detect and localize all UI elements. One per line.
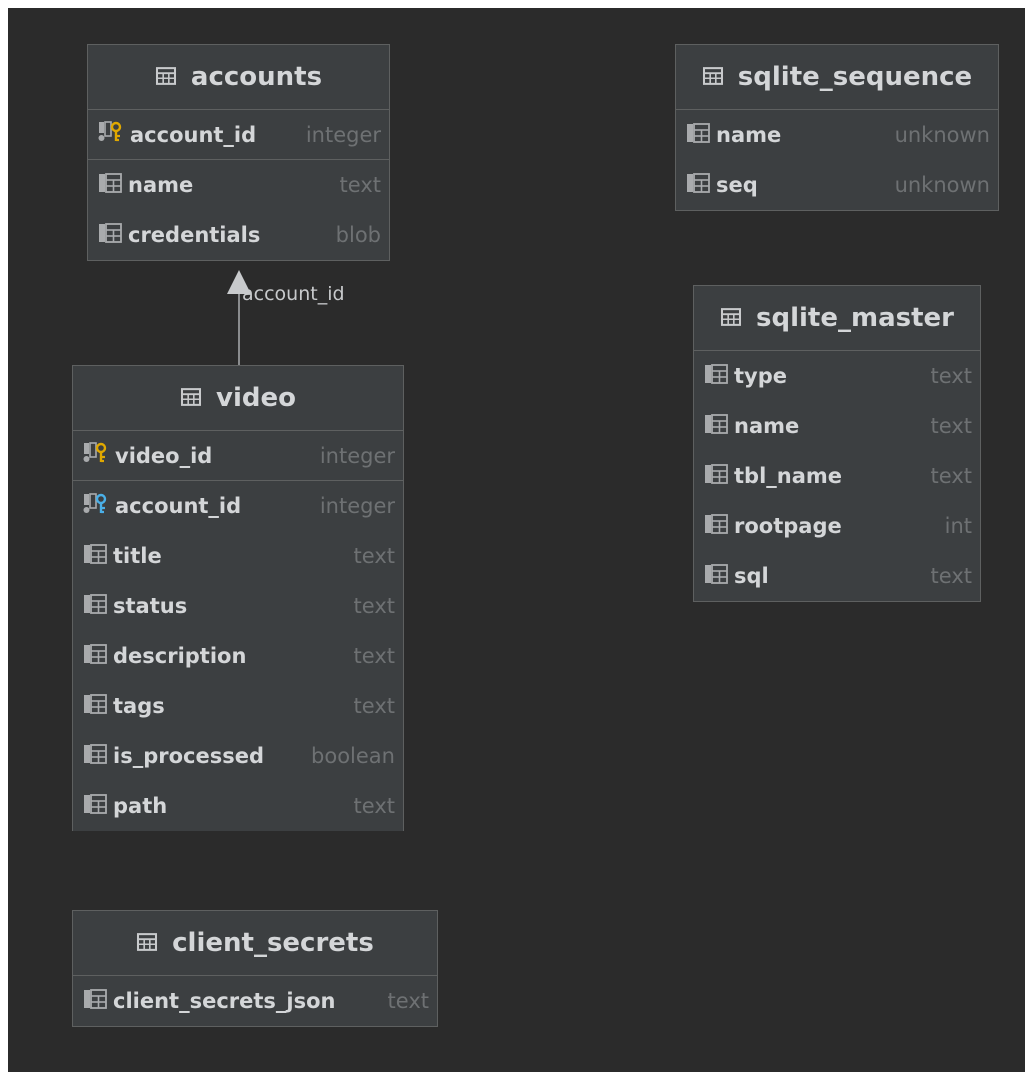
column-row[interactable]: tags text xyxy=(73,681,403,731)
column-icon xyxy=(83,793,107,819)
column-name: client_secrets_json xyxy=(113,989,336,1013)
column-type: text xyxy=(930,414,972,438)
foreign-key-icon xyxy=(83,492,109,520)
column-type: text xyxy=(339,173,381,197)
table-sqlite-master[interactable]: sqlite_master type text name text tbl_name tex… xyxy=(693,285,981,602)
column-name: account_id xyxy=(115,494,242,518)
column-row[interactable]: type text xyxy=(694,351,980,401)
table-icon xyxy=(180,383,202,413)
table-title: sqlite_master xyxy=(756,303,954,333)
column-name: type xyxy=(734,364,788,388)
table-accounts[interactable]: accounts account_id integer name text credent… xyxy=(87,44,390,261)
column-row[interactable]: tbl_name text xyxy=(694,451,980,501)
diagram-canvas: account_id accounts account_id integer name… xyxy=(8,8,1025,1072)
column-row[interactable]: account_id integer xyxy=(73,481,403,531)
column-type: int xyxy=(944,514,972,538)
column-type: unknown xyxy=(894,173,990,197)
column-icon xyxy=(98,222,122,248)
column-type: text xyxy=(353,644,395,668)
column-row[interactable]: credentials blob xyxy=(88,210,389,260)
column-name: account_id xyxy=(130,122,257,147)
relation-label: account_id xyxy=(242,283,345,305)
table-header[interactable]: accounts xyxy=(88,45,389,110)
table-icon xyxy=(155,62,177,92)
column-row[interactable]: video_id integer xyxy=(73,431,403,481)
column-name: rootpage xyxy=(734,514,842,538)
column-row[interactable]: sql text xyxy=(694,551,980,601)
column-name: status xyxy=(113,594,188,618)
column-type: text xyxy=(387,989,429,1013)
column-name: credentials xyxy=(128,223,261,247)
column-icon xyxy=(83,543,107,569)
column-icon xyxy=(83,593,107,619)
column-name: path xyxy=(113,794,168,818)
column-icon xyxy=(83,643,107,669)
column-name: sql xyxy=(734,564,769,588)
column-icon xyxy=(704,363,728,389)
column-row[interactable]: status text xyxy=(73,581,403,631)
column-name: name xyxy=(716,123,782,147)
column-icon xyxy=(704,463,728,489)
column-type: text xyxy=(353,694,395,718)
column-icon xyxy=(704,513,728,539)
table-icon xyxy=(720,303,742,333)
column-type: text xyxy=(353,544,395,568)
column-name: is_processed xyxy=(113,744,264,768)
column-name: title xyxy=(113,544,162,568)
column-type: blob xyxy=(335,223,381,247)
table-title: client_secrets xyxy=(172,928,374,958)
column-icon xyxy=(83,743,107,769)
column-icon xyxy=(686,122,710,148)
table-title: accounts xyxy=(190,62,323,92)
column-icon xyxy=(83,693,107,719)
table-sqlite-sequence[interactable]: sqlite_sequencename unknown seq unknown xyxy=(675,44,999,211)
column-row[interactable]: client_secrets_json text xyxy=(73,976,437,1026)
column-name: description xyxy=(113,644,247,668)
column-row[interactable]: rootpage int xyxy=(694,501,980,551)
table-client-secrets[interactable]: client_secrets client_secrets_json text xyxy=(72,910,438,1027)
table-icon xyxy=(136,928,158,958)
column-name: video_id xyxy=(115,443,213,468)
table-header[interactable]: sqlite_sequence xyxy=(676,45,998,110)
table-icon xyxy=(702,62,724,92)
column-row[interactable]: title text xyxy=(73,531,403,581)
column-type: text xyxy=(353,594,395,618)
column-type: text xyxy=(353,794,395,818)
column-icon xyxy=(83,988,107,1014)
column-row[interactable]: description text xyxy=(73,631,403,681)
column-icon xyxy=(686,172,710,198)
primary-key-icon xyxy=(83,442,109,469)
column-name: tags xyxy=(113,694,165,718)
column-row[interactable]: account_id integer xyxy=(88,110,389,160)
column-name: seq xyxy=(716,173,758,197)
column-type: boolean xyxy=(311,744,395,768)
table-title: video xyxy=(216,383,296,413)
primary-key-icon xyxy=(98,121,124,148)
column-row[interactable]: name text xyxy=(88,160,389,210)
column-row[interactable]: path text xyxy=(73,781,403,831)
column-type: unknown xyxy=(894,123,990,147)
column-name: tbl_name xyxy=(734,464,843,488)
column-type: text xyxy=(930,564,972,588)
column-name: name xyxy=(734,414,800,438)
column-type: text xyxy=(930,464,972,488)
column-type: integer xyxy=(319,443,395,468)
table-header[interactable]: client_secrets xyxy=(73,911,437,976)
column-icon xyxy=(704,563,728,589)
column-name: name xyxy=(128,173,194,197)
column-icon xyxy=(704,413,728,439)
column-row[interactable]: name unknown xyxy=(676,110,998,160)
column-type: integer xyxy=(305,122,381,147)
table-header[interactable]: sqlite_master xyxy=(694,286,980,351)
column-icon xyxy=(98,172,122,198)
column-type: text xyxy=(930,364,972,388)
column-row[interactable]: seq unknown xyxy=(676,160,998,210)
table-title: sqlite_sequence xyxy=(737,62,973,92)
column-type: integer xyxy=(319,494,395,518)
column-row[interactable]: name text xyxy=(694,401,980,451)
column-row[interactable]: is_processed boolean xyxy=(73,731,403,781)
table-header[interactable]: video xyxy=(73,366,403,431)
table-video[interactable]: video video_id integer account_id integer tit… xyxy=(72,365,404,831)
